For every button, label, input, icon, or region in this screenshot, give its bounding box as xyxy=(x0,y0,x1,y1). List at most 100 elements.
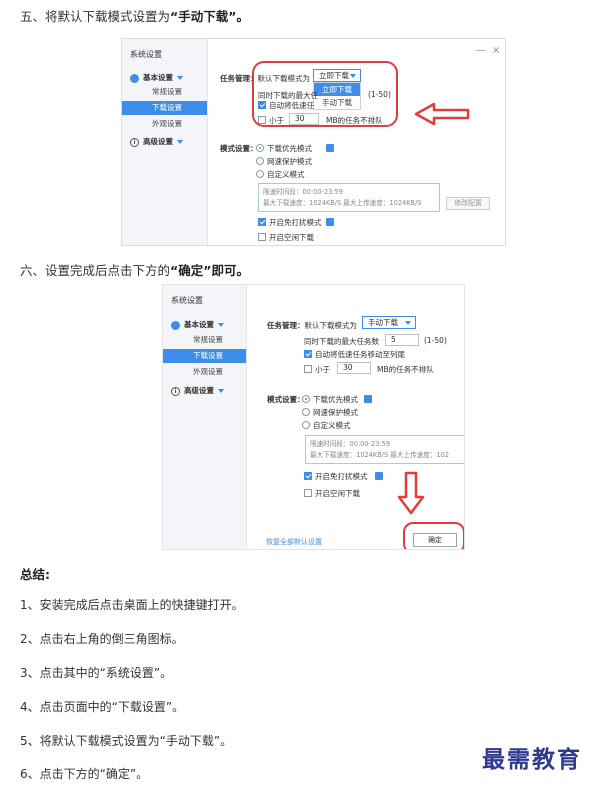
arrow-down-icon xyxy=(397,471,425,515)
download-first-label: 下载优先模式 xyxy=(267,144,312,153)
radio-custom[interactable] xyxy=(302,421,310,429)
sidebar-title: 系统设置 xyxy=(171,296,203,305)
highlight-circle xyxy=(252,61,398,127)
sidebar-group-advanced-label: 高级设置 xyxy=(184,386,214,395)
step-5-emphasis: “手动下载” xyxy=(170,9,237,24)
less-than-input[interactable]: 30 xyxy=(337,362,371,374)
radio-download-first[interactable] xyxy=(302,395,310,403)
mode-settings-row: 模式设置： xyxy=(267,394,305,405)
sidebar-item-appearance[interactable]: 外观设置 xyxy=(122,117,207,131)
speed-limits-text: 最大下载速度：1024KB/S 最大上传速度：1024KB/S xyxy=(263,199,422,207)
sidebar-item-general[interactable]: 常规设置 xyxy=(163,333,246,347)
sidebar-group-basic[interactable]: 基本设置 xyxy=(130,72,183,83)
radio-custom[interactable] xyxy=(256,170,264,178)
sidebar-item-download[interactable]: 下载设置 xyxy=(122,101,207,115)
summary-title: 总结: xyxy=(20,567,50,582)
tip-icon xyxy=(364,395,372,403)
caret-down-icon xyxy=(218,389,224,393)
step-6-emphasis: “确定”即可。 xyxy=(170,263,249,278)
step-5-heading: 五、将默认下载模式设置为“手动下载”。 xyxy=(20,6,249,25)
caret-down-icon xyxy=(218,323,224,327)
modify-config-button[interactable]: 修改配置 xyxy=(446,197,490,210)
restore-defaults-link[interactable]: 恢复全部默认设置 xyxy=(266,537,322,547)
speed-period-text: 限速时间段：00:00-23:59 xyxy=(310,440,390,448)
max-tasks-label: 同时下载的最大任务数 xyxy=(304,337,379,346)
summary-item: 3、点击其中的“系统设置”。 xyxy=(20,666,173,680)
speed-info-box: 限速时间段：00:00-23:59 最大下载速度：1024KB/S 最大上传速度… xyxy=(305,435,464,464)
arrow-left-icon xyxy=(414,102,470,126)
mb-exclude-label: MB的任务不排队 xyxy=(377,365,434,374)
tip-icon xyxy=(375,472,383,480)
speed-protect-label: 网速保护模式 xyxy=(267,157,312,166)
less-than-checkbox[interactable] xyxy=(304,365,312,373)
sidebar-group-basic-label: 基本设置 xyxy=(143,73,173,82)
radio-download-first[interactable] xyxy=(256,144,264,152)
gear-icon xyxy=(130,73,139,83)
radio-speed-protect[interactable] xyxy=(302,408,310,416)
no-disturb-checkbox[interactable] xyxy=(258,218,266,226)
sidebar-group-advanced-label: 高级设置 xyxy=(143,137,173,146)
summary-item: 4、点击页面中的“下载设置”。 xyxy=(20,700,185,714)
caret-down-icon xyxy=(177,76,183,80)
caret-down-icon xyxy=(177,140,183,144)
step-5-suffix: 。 xyxy=(236,9,249,24)
task-label: 任务管理： xyxy=(267,321,305,330)
max-tasks-range: (1-50) xyxy=(424,336,447,345)
idle-download-label: 开启空闲下载 xyxy=(269,233,314,242)
idle-download-checkbox[interactable] xyxy=(304,489,312,497)
speed-period-text: 限速时间段：00:00-23:59 xyxy=(263,188,343,196)
no-disturb-label: 开启免打扰模式 xyxy=(269,218,322,227)
less-than-label: 小于 xyxy=(315,365,330,374)
brand-watermark: 最需教育 xyxy=(482,746,582,773)
task-management-row: 任务管理：默认下载模式为 xyxy=(267,320,357,331)
info-icon: i xyxy=(130,137,139,147)
sidebar-group-basic[interactable]: 基本设置 xyxy=(171,319,224,330)
mode-label: 模式设置： xyxy=(267,395,305,404)
speed-info-box: 限速时间段：00:00-23:59 最大下载速度：1024KB/S 最大上传速度… xyxy=(258,183,440,212)
settings-sidebar: 系统设置 基本设置 常规设置 下载设置 外观设置 i 高级设置 xyxy=(122,39,208,245)
default-mode-label: 默认下载模式为 xyxy=(304,321,358,330)
sidebar-group-basic-label: 基本设置 xyxy=(184,320,214,329)
sidebar-group-advanced[interactable]: i 高级设置 xyxy=(130,136,183,147)
step-6-heading: 六、设置完成后点击下方的“确定”即可。 xyxy=(20,260,249,279)
download-first-label: 下载优先模式 xyxy=(313,395,358,404)
custom-mode-label: 自定义模式 xyxy=(267,170,305,179)
sidebar-group-advanced[interactable]: i 高级设置 xyxy=(171,385,224,396)
info-icon: i xyxy=(171,386,180,396)
settings-sidebar: 系统设置 基本设置 常规设置 下载设置 外观设置 i 高级设置 xyxy=(163,285,247,549)
minimize-button[interactable]: — xyxy=(476,45,486,56)
tip-icon xyxy=(326,218,334,226)
close-button[interactable]: × xyxy=(492,45,500,56)
radio-speed-protect[interactable] xyxy=(256,157,264,165)
sidebar-item-appearance[interactable]: 外观设置 xyxy=(163,365,246,379)
auto-lowspeed-label: 自动将低速任务移动至列尾 xyxy=(315,350,405,359)
settings-screenshot-1: 系统设置 基本设置 常规设置 下载设置 外观设置 i 高级设置 — × 任务管理：… xyxy=(121,38,506,246)
summary-item: 1、安装完成后点击桌面上的快捷键打开。 xyxy=(20,598,244,612)
step-5-text: 五、将默认下载模式设置为 xyxy=(20,9,171,24)
mode-label: 模式设置： xyxy=(220,144,258,153)
sidebar-title: 系统设置 xyxy=(130,50,162,59)
auto-lowspeed-checkbox[interactable] xyxy=(304,350,312,358)
default-mode-value: 手动下载 xyxy=(368,318,398,327)
sidebar-item-download[interactable]: 下载设置 xyxy=(163,349,246,363)
idle-download-label: 开启空闲下载 xyxy=(315,489,360,498)
settings-screenshot-2: 系统设置 基本设置 常规设置 下载设置 外观设置 i 高级设置 任务管理：默认下载… xyxy=(162,284,465,550)
speed-protect-label: 网速保护模式 xyxy=(313,408,358,417)
default-mode-select[interactable]: 手动下载 xyxy=(362,316,416,329)
step-6-text: 六、设置完成后点击下方的 xyxy=(20,263,171,278)
dropdown-arrow-icon xyxy=(405,321,411,325)
speed-limits-text: 最大下载速度：1024KB/S 最大上传速度：102 xyxy=(310,451,450,459)
summary-item: 5、将默认下载模式设置为“手动下载”。 xyxy=(20,734,233,748)
custom-mode-label: 自定义模式 xyxy=(313,421,351,430)
sidebar-item-general[interactable]: 常规设置 xyxy=(122,85,207,99)
highlight-circle xyxy=(403,522,464,549)
no-disturb-checkbox[interactable] xyxy=(304,472,312,480)
gear-icon xyxy=(171,320,180,330)
max-tasks-input[interactable]: 5 xyxy=(385,334,419,346)
summary-item: 6、点击下方的“确定”。 xyxy=(20,767,149,781)
mode-settings-row: 模式设置： xyxy=(220,143,258,154)
summary-item: 2、点击右上角的倒三角图标。 xyxy=(20,632,184,646)
idle-download-checkbox[interactable] xyxy=(258,233,266,241)
no-disturb-label: 开启免打扰模式 xyxy=(315,472,368,481)
tip-icon xyxy=(326,144,334,152)
